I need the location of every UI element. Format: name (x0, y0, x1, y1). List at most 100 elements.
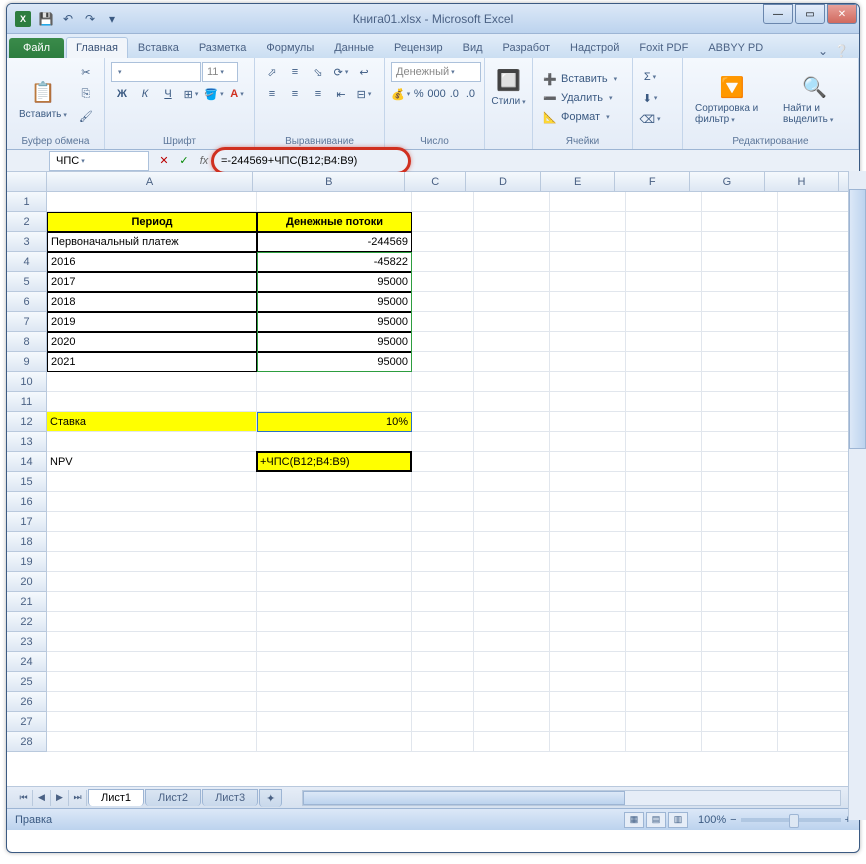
cell[interactable] (412, 552, 474, 572)
cell[interactable] (412, 692, 474, 712)
cell[interactable] (474, 392, 550, 412)
bold-icon[interactable]: Ж (111, 84, 133, 104)
cell[interactable] (778, 632, 854, 652)
insert-cells-button[interactable]: ➕Вставить (539, 70, 626, 88)
cell[interactable] (412, 632, 474, 652)
cell[interactable] (702, 432, 778, 452)
cell[interactable] (47, 512, 257, 532)
cell[interactable] (474, 652, 550, 672)
sheet-tab-2[interactable]: Лист2 (145, 789, 201, 806)
cell[interactable] (550, 392, 626, 412)
column-header[interactable]: C (405, 172, 466, 192)
tab-data[interactable]: Данные (324, 37, 384, 58)
cell[interactable] (474, 592, 550, 612)
cell[interactable] (550, 692, 626, 712)
sheet-nav-last-icon[interactable]: ⏭ (69, 790, 87, 806)
cell[interactable] (702, 372, 778, 392)
cell[interactable] (412, 672, 474, 692)
cell[interactable] (778, 292, 854, 312)
row-header[interactable]: 21 (7, 592, 47, 612)
cell[interactable] (257, 652, 412, 672)
cell[interactable] (474, 712, 550, 732)
cell[interactable] (702, 612, 778, 632)
cell[interactable] (778, 412, 854, 432)
help-icon[interactable]: ❔ (834, 44, 849, 58)
row-header[interactable]: 8 (7, 332, 47, 352)
tab-addins[interactable]: Надстрой (560, 37, 629, 58)
cell[interactable]: 95000 (257, 272, 412, 292)
cell[interactable] (550, 432, 626, 452)
cell[interactable] (778, 252, 854, 272)
tab-layout[interactable]: Разметка (189, 37, 257, 58)
cell[interactable] (412, 712, 474, 732)
cell[interactable] (702, 632, 778, 652)
row-header[interactable]: 15 (7, 472, 47, 492)
cell[interactable] (550, 212, 626, 232)
cell[interactable] (626, 472, 702, 492)
cell[interactable] (474, 192, 550, 212)
cell[interactable] (702, 252, 778, 272)
row-header[interactable]: 22 (7, 612, 47, 632)
minimize-ribbon-icon[interactable]: ⌄ (818, 44, 828, 58)
sort-button[interactable]: 🔽Сортировка и фильтр (689, 62, 775, 134)
font-selector[interactable] (111, 62, 201, 82)
cell[interactable] (257, 552, 412, 572)
cell[interactable] (257, 492, 412, 512)
cell[interactable] (474, 572, 550, 592)
row-header[interactable]: 3 (7, 232, 47, 252)
cell[interactable] (474, 312, 550, 332)
cell[interactable]: 2016 (47, 252, 257, 272)
cell[interactable] (257, 612, 412, 632)
decrease-indent-icon[interactable]: ⇤ (330, 84, 352, 104)
cell[interactable] (257, 732, 412, 752)
cell[interactable] (474, 432, 550, 452)
cell[interactable] (702, 712, 778, 732)
cell[interactable] (626, 372, 702, 392)
row-header[interactable]: 6 (7, 292, 47, 312)
cell[interactable] (257, 692, 412, 712)
comma-icon[interactable]: 000 (427, 84, 445, 104)
italic-icon[interactable]: К (134, 84, 156, 104)
cell[interactable] (626, 352, 702, 372)
row-header[interactable]: 20 (7, 572, 47, 592)
new-sheet-icon[interactable]: ✦ (259, 789, 282, 807)
cell[interactable] (702, 472, 778, 492)
cell[interactable] (702, 592, 778, 612)
cell[interactable] (257, 192, 412, 212)
cell[interactable] (778, 372, 854, 392)
cell[interactable] (550, 592, 626, 612)
number-format-selector[interactable]: Денежный (391, 62, 481, 82)
cell[interactable] (778, 532, 854, 552)
cell[interactable] (474, 692, 550, 712)
minimize-button[interactable]: — (763, 4, 793, 24)
cell[interactable] (474, 232, 550, 252)
align-top-icon[interactable]: ⬀ (261, 62, 283, 82)
tab-insert[interactable]: Вставка (128, 37, 189, 58)
cell[interactable]: 10% (257, 412, 412, 432)
cut-icon[interactable]: ✂ (75, 62, 97, 82)
cell[interactable] (702, 672, 778, 692)
row-header[interactable]: 12 (7, 412, 47, 432)
cell[interactable] (550, 452, 626, 472)
cell[interactable] (702, 572, 778, 592)
cell[interactable]: -45822 (257, 252, 412, 272)
cell[interactable] (47, 572, 257, 592)
cell[interactable] (47, 612, 257, 632)
cell[interactable] (626, 732, 702, 752)
cell[interactable] (626, 632, 702, 652)
cell[interactable] (47, 632, 257, 652)
save-icon[interactable]: 💾 (37, 10, 55, 28)
cell[interactable] (702, 312, 778, 332)
cell[interactable] (47, 532, 257, 552)
cell[interactable] (412, 312, 474, 332)
cell[interactable] (474, 552, 550, 572)
zoom-slider[interactable] (741, 818, 841, 822)
cell[interactable] (626, 452, 702, 472)
format-cells-button[interactable]: 📐Формат (539, 108, 626, 126)
cell[interactable] (626, 552, 702, 572)
cell[interactable] (550, 612, 626, 632)
cell[interactable] (626, 612, 702, 632)
cell[interactable] (702, 452, 778, 472)
cell[interactable] (550, 512, 626, 532)
cell[interactable] (474, 272, 550, 292)
